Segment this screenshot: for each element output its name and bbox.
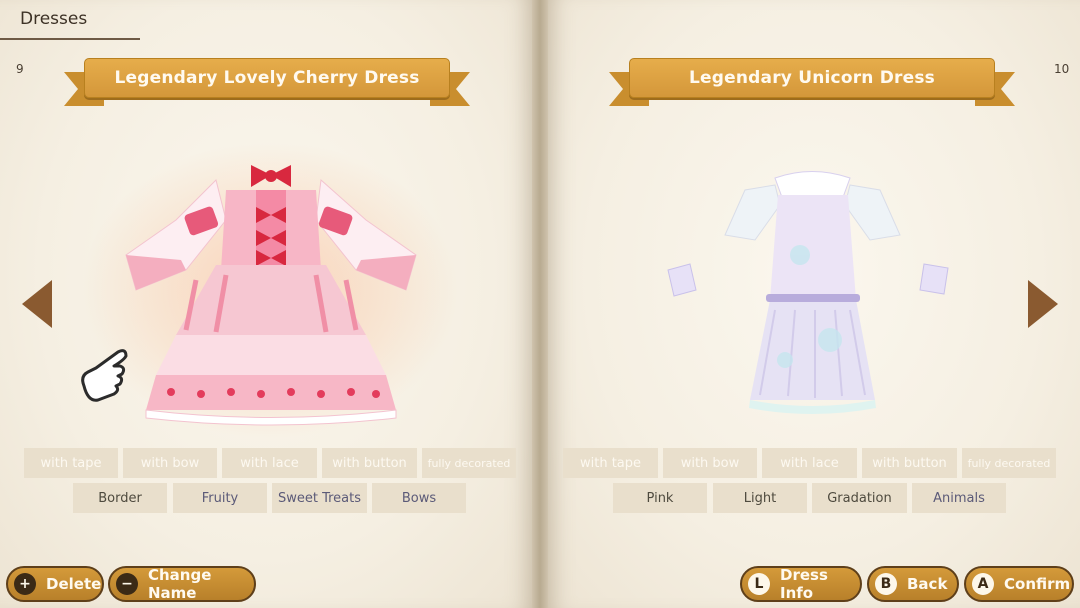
section-title: Dresses	[20, 9, 88, 29]
tag-right-pink: Pink	[613, 483, 707, 513]
minus-key-icon: −	[116, 573, 138, 595]
change-name-label: Change Name	[148, 566, 212, 602]
tag-left-bows: Bows	[372, 483, 466, 513]
tag-right-with-lace: with lace	[762, 448, 857, 478]
change-name-button[interactable]: − Change Name	[108, 566, 256, 602]
back-label: Back	[907, 575, 948, 593]
unicorn-dress-image[interactable]	[660, 160, 960, 420]
plus-key-icon: +	[14, 573, 36, 595]
dress-title-left: Legendary Lovely Cherry Dress	[114, 68, 420, 88]
book-gutter	[532, 0, 548, 608]
delete-label: Delete	[46, 575, 102, 593]
tag-left-with-button: with button	[322, 448, 417, 478]
page-number-left: 9	[16, 62, 24, 76]
tag-right-gradation: Gradation	[812, 483, 907, 513]
tag-right-light: Light	[713, 483, 807, 513]
dress-info-label: Dress Info	[780, 566, 828, 602]
tag-right-with-tape: with tape	[563, 448, 658, 478]
dress-title-right: Legendary Unicorn Dress	[689, 68, 935, 88]
dress-info-button[interactable]: L Dress Info	[740, 566, 862, 602]
tag-left-fully-decorated: fully decorated	[422, 448, 516, 478]
pointing-hand-icon	[81, 349, 128, 402]
page-number-right: 10	[1054, 62, 1070, 76]
tag-right-animals: Animals	[912, 483, 1006, 513]
confirm-label: Confirm	[1004, 575, 1071, 593]
tag-right-fully-decorated: fully decorated	[962, 448, 1056, 478]
title-ribbon-left: Legendary Lovely Cherry Dress	[64, 56, 470, 110]
back-button[interactable]: B Back	[867, 566, 959, 602]
tag-left-with-lace: with lace	[222, 448, 317, 478]
confirm-button[interactable]: A Confirm	[964, 566, 1074, 602]
section-tab: Dresses	[0, 0, 140, 40]
tag-left-border: Border	[73, 483, 167, 513]
delete-button[interactable]: + Delete	[6, 566, 104, 602]
cherry-dress-image[interactable]	[116, 160, 426, 430]
a-key-icon: A	[972, 573, 994, 595]
tag-right-with-bow: with bow	[663, 448, 757, 478]
tag-left-fruity: Fruity	[173, 483, 267, 513]
title-ribbon-right: Legendary Unicorn Dress	[609, 56, 1015, 110]
tag-left-with-tape: with tape	[24, 448, 118, 478]
b-key-icon: B	[875, 573, 897, 595]
l-key-icon: L	[748, 573, 770, 595]
tag-right-with-button: with button	[862, 448, 957, 478]
tag-left-sweet-treats: Sweet Treats	[272, 483, 367, 513]
tag-left-with-bow: with bow	[123, 448, 217, 478]
